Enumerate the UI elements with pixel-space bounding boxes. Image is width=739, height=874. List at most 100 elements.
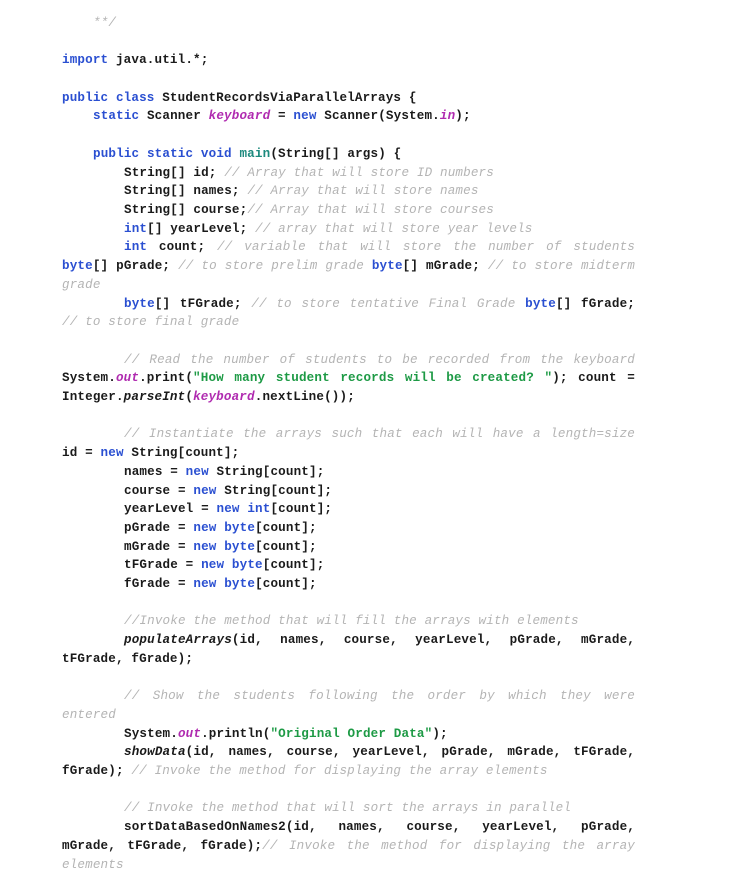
code-line: tFGrade = new byte[count]; bbox=[62, 556, 635, 575]
token-pln: ); bbox=[455, 109, 471, 124]
token-pln: .print( bbox=[139, 371, 194, 386]
token-fld: in bbox=[439, 109, 456, 124]
token-mcall: showData bbox=[124, 745, 186, 760]
token-kw: static bbox=[93, 109, 140, 124]
code-line: public class StudentRecordsViaParallelAr… bbox=[62, 89, 635, 108]
token-pln: fGrade = bbox=[124, 577, 194, 592]
code-line: **/ bbox=[62, 14, 635, 33]
token-kw: new bbox=[193, 577, 217, 592]
token-cmt: // Array that will store names bbox=[247, 184, 479, 199]
code-line: course = new String[count]; bbox=[62, 482, 635, 501]
token-kw: byte bbox=[525, 296, 556, 311]
token-pln: = bbox=[270, 109, 294, 124]
token-cmt: // Read the number of students to be rec… bbox=[124, 352, 635, 367]
code-line: fGrade = new byte[count]; bbox=[62, 575, 635, 594]
token-mcall: populateArrays bbox=[124, 633, 232, 648]
token-pln: count; bbox=[147, 240, 217, 255]
token-kw: new bbox=[201, 558, 225, 573]
token-kw: new bbox=[185, 464, 209, 479]
token-pln: [count]; bbox=[255, 539, 317, 554]
token-pln: ( bbox=[185, 390, 194, 404]
token-kw: byte bbox=[224, 520, 256, 535]
code-line: sortDataBasedOnNames2(id, names, course,… bbox=[62, 818, 635, 874]
token-kw: int bbox=[124, 240, 148, 255]
token-pln: [] pGrade; bbox=[92, 259, 179, 274]
token-pln: [count]; bbox=[270, 502, 333, 517]
token-cmt: // array that will store year levels bbox=[255, 221, 533, 236]
code-line: showData(id, names, course, yearLevel, p… bbox=[62, 743, 635, 780]
token-kw: byte bbox=[62, 259, 93, 274]
code-line: populateArrays(id, names, course, yearLe… bbox=[62, 631, 635, 668]
token-pln: String[] names; bbox=[124, 184, 248, 199]
code-line: // Read the number of students to be rec… bbox=[62, 351, 635, 407]
token-kw: byte bbox=[224, 577, 256, 592]
code-line: names = new String[count]; bbox=[62, 463, 635, 482]
token-pln: Scanner(System. bbox=[316, 109, 440, 124]
token-cmt: // Instantiate the arrays such that each… bbox=[124, 427, 635, 442]
token-pln: [count]; bbox=[262, 558, 325, 573]
token-kw: new bbox=[216, 502, 240, 517]
token-str: "How many student records will be create… bbox=[193, 371, 553, 386]
token-str: "Original Order Data" bbox=[270, 726, 433, 741]
code-line: String[] names; // Array that will store… bbox=[62, 182, 635, 201]
code-line: // Instantiate the arrays such that each… bbox=[62, 425, 635, 462]
code-line: pGrade = new byte[count]; bbox=[62, 519, 635, 538]
token-pln: tFGrade = bbox=[124, 558, 202, 573]
token-pln: [count]; bbox=[255, 577, 317, 592]
token-kw: public class bbox=[62, 90, 155, 105]
token-cmt: // Invoke the method for displaying the … bbox=[131, 764, 548, 779]
token-cmt: // Show the students following the order… bbox=[62, 689, 635, 722]
token-pln: yearLevel = bbox=[124, 502, 217, 517]
code-line: static Scanner keyboard = new Scanner(Sy… bbox=[62, 107, 635, 126]
code-line: // Show the students following the order… bbox=[62, 687, 635, 724]
token-pln: [count]; bbox=[255, 520, 317, 535]
code-line: // Invoke the method that will sort the … bbox=[62, 799, 635, 818]
token-pln: System. bbox=[62, 371, 116, 386]
token-cmt: // Invoke the method that will sort the … bbox=[124, 801, 572, 816]
token-kw: byte bbox=[371, 259, 403, 274]
token-kw: import bbox=[62, 53, 109, 68]
token-cmt: // to store final grade bbox=[62, 315, 240, 330]
code-line: int count; // variable that will store t… bbox=[62, 238, 635, 294]
token-kw: byte bbox=[231, 558, 263, 573]
code-line: import java.util.*; bbox=[62, 51, 635, 70]
token-pln: java.util.*; bbox=[108, 53, 209, 68]
token-pln: [] tFGrade; bbox=[154, 296, 252, 311]
code-line: //Invoke the method that will fill the a… bbox=[62, 612, 635, 631]
token-fld: out bbox=[115, 371, 140, 386]
token-cmt: // to store tentative Final Grade bbox=[251, 296, 526, 311]
token-cmt: **/ bbox=[93, 16, 117, 30]
token-pln: mGrade = bbox=[124, 539, 194, 554]
token-kw: int bbox=[247, 502, 271, 517]
token-cmt: //Invoke the method that will fill the a… bbox=[124, 614, 579, 629]
token-fld: keyboard bbox=[208, 109, 271, 124]
token-kw: new bbox=[193, 520, 217, 535]
code-line: String[] id; // Array that will store ID… bbox=[62, 164, 635, 183]
token-pln: [] mGrade; bbox=[402, 259, 488, 274]
token-kw: new bbox=[100, 446, 124, 461]
token-fld: out bbox=[177, 726, 202, 741]
token-pln bbox=[224, 558, 232, 572]
code-line: yearLevel = new int[count]; bbox=[62, 500, 635, 519]
code-listing: **/ import java.util.*; public class Stu… bbox=[0, 0, 739, 872]
token-pln: Scanner bbox=[139, 109, 209, 124]
token-kw: public static void bbox=[93, 146, 232, 161]
code-line: public static void main(String[] args) { bbox=[62, 145, 635, 164]
token-pln: String[] course; bbox=[124, 202, 248, 217]
token-cmt: // to store prelim grade bbox=[178, 259, 372, 274]
token-pln: String[count]; bbox=[216, 483, 333, 498]
code-line: byte [] tFGrade; // to store tentative Fi… bbox=[62, 295, 635, 332]
token-pln: StudentRecordsViaParallelArrays { bbox=[154, 90, 417, 105]
code-line: String[] course;// Array that will store… bbox=[62, 201, 635, 220]
token-pln: [] fGrade; bbox=[555, 296, 635, 311]
token-pln: String[count]; bbox=[123, 446, 240, 461]
code-line: int[] yearLevel; // array that will stor… bbox=[62, 220, 635, 239]
token-pln: ); bbox=[432, 726, 448, 741]
token-pln: [] yearLevel; bbox=[147, 221, 256, 236]
token-kw: new bbox=[193, 483, 217, 498]
